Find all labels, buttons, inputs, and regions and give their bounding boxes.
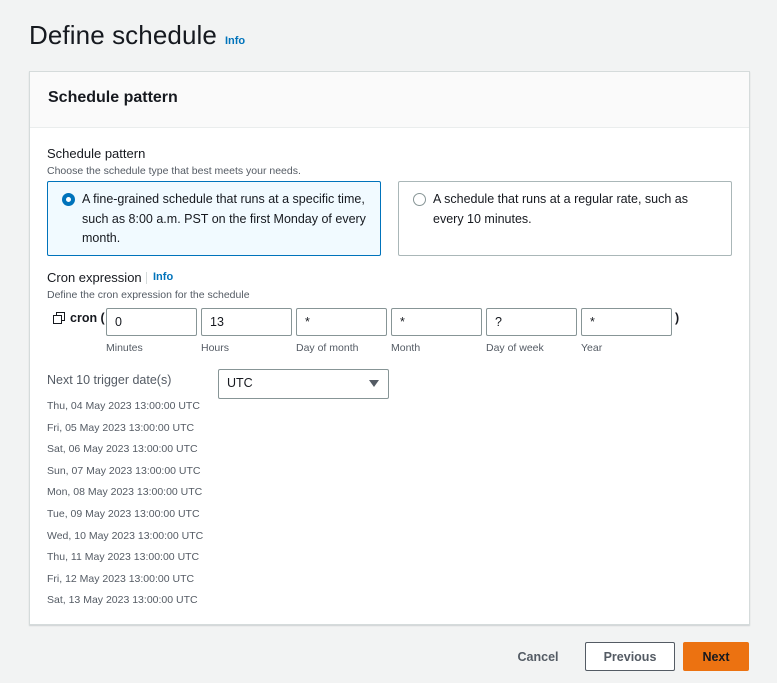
trigger-date-item: Sat, 13 May 2023 13:00:00 UTC	[47, 594, 198, 607]
trigger-date-item: Thu, 04 May 2023 13:00:00 UTC	[47, 400, 200, 412]
cron-hours-label: Hours	[201, 342, 230, 354]
cancel-button[interactable]: Cancel	[505, 642, 571, 671]
cron-minutes-input[interactable]	[106, 308, 197, 336]
trigger-date-item: Wed, 10 May 2023 13:00:00 UTC	[47, 529, 204, 542]
label-divider	[146, 272, 147, 284]
cron-day-of-month-label: Day of month	[296, 342, 359, 354]
trigger-dates-list: Thu, 04 May 2023 13:00:00 UTC Fri, 05 Ma…	[47, 399, 203, 615]
caret-down-icon	[369, 380, 379, 387]
page-title: Define schedule	[29, 20, 217, 50]
cron-month-input[interactable]	[391, 308, 482, 336]
copy-icon[interactable]	[53, 312, 65, 324]
cron-year-input[interactable]	[581, 308, 672, 336]
radio-unselected-icon[interactable]	[413, 193, 426, 206]
trigger-dates-label: Next 10 trigger date(s)	[47, 373, 172, 387]
card-header: Schedule pattern	[30, 72, 749, 128]
cron-info-link[interactable]: Info	[153, 271, 173, 283]
page-header: Define schedule Info	[29, 20, 245, 51]
schedule-pattern-description: Choose the schedule type that best meets…	[47, 165, 301, 177]
schedule-pattern-label: Schedule pattern	[47, 146, 146, 161]
trigger-date-item: Sat, 06 May 2023 13:00:00 UTC	[47, 443, 198, 456]
trigger-date-item: Mon, 08 May 2023 13:00:00 UTC	[47, 486, 203, 499]
schedule-pattern-card: Schedule pattern Schedule pattern Choose…	[29, 71, 750, 625]
cron-day-of-week-input[interactable]	[486, 308, 577, 336]
cron-suffix: )	[675, 311, 680, 325]
cron-expression-description: Define the cron expression for the sched…	[47, 289, 250, 301]
trigger-date-item: Thu, 11 May 2023 13:00:00 UTC	[47, 551, 200, 564]
option-rate-schedule[interactable]: A schedule that runs at a regular rate, …	[398, 181, 732, 256]
trigger-date-item: Fri, 05 May 2023 13:00:00 UTC	[47, 421, 195, 434]
timezone-select[interactable]: UTC	[218, 369, 389, 399]
cron-minutes-label: Minutes	[106, 342, 143, 354]
option-rate-text: A schedule that runs at a regular rate, …	[433, 192, 689, 226]
cron-year-label: Year	[581, 342, 603, 354]
next-button[interactable]: Next	[683, 642, 749, 671]
page: Define schedule Info Schedule pattern Sc…	[0, 0, 777, 683]
cron-hours-input[interactable]	[201, 308, 292, 336]
previous-button[interactable]: Previous	[585, 642, 675, 671]
cron-month-label: Month	[391, 342, 421, 354]
cron-day-of-week-label: Day of week	[486, 342, 544, 354]
cron-prefix: cron (	[70, 311, 105, 325]
cron-expression-label: Cron expression	[47, 270, 142, 285]
page-info-link[interactable]: Info	[225, 35, 245, 47]
option-fine-grained-schedule[interactable]: A fine-grained schedule that runs at a s…	[47, 181, 381, 256]
radio-selected-icon[interactable]	[62, 193, 75, 206]
cron-day-of-month-input[interactable]	[296, 308, 387, 336]
trigger-date-item: Sun, 07 May 2023 13:00:00 UTC	[47, 464, 201, 477]
timezone-selected-value: UTC	[227, 376, 253, 390]
card-title: Schedule pattern	[48, 89, 178, 106]
option-fine-grained-text: A fine-grained schedule that runs at a s…	[82, 192, 366, 245]
trigger-date-item: Fri, 12 May 2023 13:00:00 UTC	[47, 572, 195, 585]
trigger-date-item: Tue, 09 May 2023 13:00:00 UTC	[47, 507, 200, 520]
